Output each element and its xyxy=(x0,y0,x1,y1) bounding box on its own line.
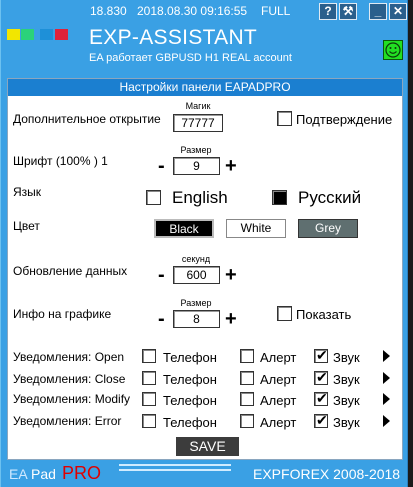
settings-panel: Настройки панели EAPADPRO Дополнительное… xyxy=(7,78,403,460)
mode-label: FULL xyxy=(261,4,291,18)
update-caption: секунд xyxy=(181,254,211,264)
alert-checkbox[interactable] xyxy=(240,414,254,428)
english-checkbox[interactable] xyxy=(146,190,161,205)
russian-checkbox[interactable] xyxy=(272,190,287,205)
font-size-input[interactable]: 9 xyxy=(173,157,220,175)
sound-checkbox[interactable] xyxy=(314,412,328,429)
alert-label: Алерт xyxy=(260,372,297,387)
server-datetime: 2018.08.30 09:16:55 xyxy=(137,4,248,18)
phone-label: Телефон xyxy=(163,393,217,408)
phone-checkbox[interactable] xyxy=(142,371,156,385)
phone-checkbox[interactable] xyxy=(142,392,156,406)
show-on-chart-label: Показать xyxy=(296,307,352,322)
update-label: Обновление данных xyxy=(13,264,128,278)
update-seconds-input[interactable]: 600 xyxy=(173,266,220,284)
alert-checkbox[interactable] xyxy=(240,392,254,406)
color-grey-button[interactable]: Grey xyxy=(298,219,358,238)
alert-label: Алерт xyxy=(260,393,297,408)
logo-square-blue xyxy=(40,29,53,40)
sound-label: Звук xyxy=(333,350,360,365)
footer-divider xyxy=(119,469,231,471)
play-arrow-icon[interactable] xyxy=(383,415,390,427)
footer-divider xyxy=(119,464,231,466)
alert-checkbox[interactable] xyxy=(240,349,254,363)
play-arrow-icon[interactable] xyxy=(383,350,390,362)
color-white-button[interactable]: White xyxy=(226,219,286,238)
alert-label: Алерт xyxy=(260,415,297,430)
notification-label: Уведомления: Error xyxy=(13,414,122,428)
update-decrease-button[interactable]: - xyxy=(158,265,165,285)
phone-label: Телефон xyxy=(163,372,217,387)
play-arrow-icon[interactable] xyxy=(383,393,390,405)
english-label: English xyxy=(172,188,228,207)
sound-checkbox[interactable] xyxy=(314,390,328,407)
notification-label: Уведомления: Modify xyxy=(13,392,131,406)
save-button[interactable]: SAVE xyxy=(176,437,239,456)
balance-value: 18.830 xyxy=(90,4,127,18)
notification-label: Уведомления: Open xyxy=(13,350,125,364)
confirm-checkbox[interactable] xyxy=(277,111,292,126)
chart-info-caption: Размер xyxy=(180,298,212,308)
tools-icon[interactable]: ⚒ xyxy=(339,3,357,20)
footer-ea-label: EA xyxy=(9,466,28,482)
alert-label: Алерт xyxy=(260,350,297,365)
logo-square-yellow xyxy=(7,29,20,40)
additional-open-label: Дополнительное открытие xyxy=(13,112,161,126)
phone-checkbox[interactable] xyxy=(142,414,156,428)
minimize-button[interactable]: _ xyxy=(369,3,387,20)
chart-info-label: Инфо на графике xyxy=(13,307,112,321)
sound-label: Звук xyxy=(333,372,360,387)
logo-square-green xyxy=(21,29,34,40)
ea-panel-window: 18.830 2018.08.30 09:16:55 FULL ? ⚒ _ ✕ … xyxy=(0,0,408,487)
footer-copyright: EXPFOREX 2008-2018 xyxy=(253,466,401,482)
notification-label: Уведомления: Close xyxy=(13,372,126,386)
sound-checkbox[interactable] xyxy=(314,369,328,386)
footer-pro-label: PRO xyxy=(62,463,102,483)
logo-square-red xyxy=(55,29,68,40)
phone-label: Телефон xyxy=(163,415,217,430)
font-label: Шрифт (100% ) 1 xyxy=(13,154,108,168)
magic-input[interactable]: 77777 xyxy=(173,114,223,132)
phone-label: Телефон xyxy=(163,350,217,365)
sound-label: Звук xyxy=(333,415,360,430)
sound-label: Звук xyxy=(333,393,360,408)
close-button[interactable]: ✕ xyxy=(389,3,407,20)
title-bar[interactable]: 18.830 2018.08.30 09:16:55 FULL ? ⚒ _ ✕ xyxy=(1,0,409,22)
font-size-increase-button[interactable]: + xyxy=(225,156,237,176)
update-increase-button[interactable]: + xyxy=(225,265,237,285)
font-size-decrease-button[interactable]: - xyxy=(158,156,165,176)
alert-checkbox[interactable] xyxy=(240,371,254,385)
language-label: Язык xyxy=(13,185,42,199)
footer-pad-label: Pad xyxy=(31,466,56,482)
help-button[interactable]: ? xyxy=(319,3,337,20)
chart-info-size-input[interactable]: 8 xyxy=(173,310,220,328)
phone-checkbox[interactable] xyxy=(142,349,156,363)
app-title: EXP-ASSISTANT xyxy=(89,26,258,49)
chart-info-increase-button[interactable]: + xyxy=(225,309,237,329)
russian-label: Русский xyxy=(298,188,362,207)
sound-checkbox[interactable] xyxy=(314,347,328,364)
show-on-chart-checkbox[interactable] xyxy=(277,306,292,321)
play-arrow-icon[interactable] xyxy=(383,372,390,384)
app-subtitle: EA работает GBPUSD H1 REAL account xyxy=(89,52,292,64)
color-black-button[interactable]: Black xyxy=(154,219,214,238)
chart-info-decrease-button[interactable]: - xyxy=(158,309,165,329)
smiley-status-icon xyxy=(383,40,403,60)
settings-panel-title: Настройки панели EAPADPRO xyxy=(8,79,402,96)
confirm-label: Подтверждение xyxy=(296,112,393,127)
footer: EA Pad PRO EXPFOREX 2008-2018 xyxy=(1,461,409,487)
font-size-caption: Размер xyxy=(180,145,212,155)
magic-caption: Магик xyxy=(185,101,211,111)
color-label: Цвет xyxy=(13,219,40,233)
